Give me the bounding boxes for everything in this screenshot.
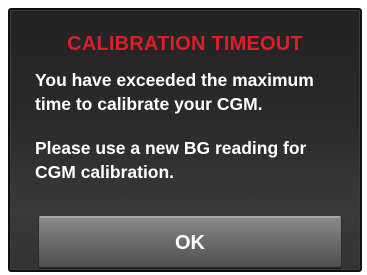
ok-button[interactable]: OK <box>38 216 342 268</box>
dialog-message-exceeded: You have exceeded the maximum time to ca… <box>35 70 314 114</box>
device-frame: CALIBRATION TIMEOUT You have exceeded th… <box>0 0 367 275</box>
ok-button-label: OK <box>175 232 205 254</box>
dialog-message-instruction: Please use a new BG reading for CGM cali… <box>35 138 307 182</box>
calibration-timeout-dialog: CALIBRATION TIMEOUT You have exceeded th… <box>8 8 362 272</box>
dialog-title: CALIBRATION TIMEOUT <box>67 33 303 55</box>
